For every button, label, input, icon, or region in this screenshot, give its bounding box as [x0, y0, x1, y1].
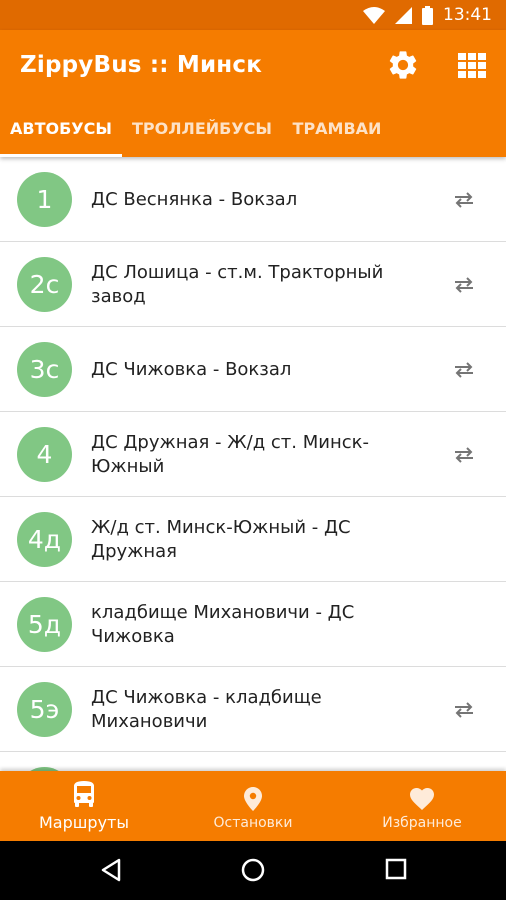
route-number-badge: 5э — [17, 682, 72, 737]
route-number-badge: 1 — [17, 172, 72, 227]
tab-bar: АВТОБУСЫ ТРОЛЛЕЙБУСЫ ТРАМВАИ — [0, 110, 506, 157]
swap-direction-icon[interactable] — [452, 190, 476, 210]
route-number-badge: 4 — [17, 427, 72, 482]
wifi-icon — [363, 6, 385, 24]
swap-direction-icon[interactable] — [452, 360, 476, 380]
nav-routes[interactable]: Маршруты — [0, 771, 168, 841]
route-name: ДС Дружная - Ж/д ст. Минск- Южный — [91, 432, 369, 477]
status-bar: 13:41 — [0, 0, 506, 30]
route-row[interactable]: 4 ДС Дружная - Ж/д ст. Минск- Южный — [0, 412, 506, 497]
gear-icon — [389, 51, 417, 79]
route-name: кладбище Михановичи - ДС Чижовка — [91, 602, 355, 647]
system-navigation-bar — [0, 841, 506, 900]
settings-button[interactable] — [386, 48, 420, 82]
battery-icon — [422, 5, 433, 25]
swap-direction-icon[interactable] — [452, 700, 476, 720]
heart-icon — [410, 788, 434, 810]
map-pin-icon — [244, 787, 262, 811]
route-number-badge: 5д — [17, 597, 72, 652]
status-time: 13:41 — [443, 5, 492, 25]
home-icon[interactable] — [241, 858, 265, 882]
route-number-badge: 2с — [17, 257, 72, 312]
nav-label: Маршруты — [39, 813, 129, 832]
route-row[interactable]: 5д кладбище Михановичи - ДС Чижовка — [0, 582, 506, 667]
swap-direction-icon[interactable] — [452, 445, 476, 465]
route-name: ДС Лошица - ст.м. Тракторный завод — [91, 262, 384, 307]
recents-icon[interactable] — [385, 858, 407, 880]
tab-trolleybuses[interactable]: ТРОЛЛЕЙБУСЫ — [122, 110, 282, 157]
route-row[interactable]: 3с ДС Чижовка - Вокзал — [0, 327, 506, 412]
route-row[interactable]: 1 ДС Веснянка - Вокзал — [0, 157, 506, 242]
route-name: Ж/д ст. Минск-Южный - ДС Дружная — [91, 517, 351, 562]
route-row-partial[interactable] — [0, 752, 506, 771]
app-title: ZippyBus :: Минск — [20, 52, 263, 78]
back-icon[interactable] — [100, 858, 122, 882]
app-bar: ZippyBus :: Минск АВТОБУСЫ ТРОЛЛЕЙБУСЫ Т… — [0, 30, 506, 157]
route-name: ДС Чижовка - Вокзал — [91, 359, 292, 380]
grid-view-button[interactable] — [456, 50, 488, 82]
tab-trams[interactable]: ТРАМВАИ — [282, 110, 392, 157]
nav-stops[interactable]: Остановки — [168, 771, 338, 841]
route-number-badge: 3с — [17, 342, 72, 397]
tab-indicator — [0, 154, 122, 157]
nav-favorites[interactable]: Избранное — [338, 771, 506, 841]
route-row[interactable]: 4д Ж/д ст. Минск-Южный - ДС Дружная — [0, 497, 506, 582]
tab-buses[interactable]: АВТОБУСЫ — [0, 110, 122, 157]
route-name: ДС Чижовка - кладбище Михановичи — [91, 687, 322, 732]
route-number-badge: 4д — [17, 512, 72, 567]
grid-icon — [458, 53, 486, 78]
route-name: ДС Веснянка - Вокзал — [91, 189, 298, 210]
nav-label: Остановки — [213, 815, 293, 831]
cellular-signal-icon — [395, 6, 412, 24]
nav-label: Избранное — [382, 815, 462, 831]
route-list[interactable]: 1 ДС Веснянка - Вокзал 2с ДС Лошица - ст… — [0, 157, 506, 771]
bottom-navigation: Маршруты Остановки Избранное — [0, 771, 506, 841]
swap-direction-icon[interactable] — [452, 275, 476, 295]
route-row[interactable]: 5э ДС Чижовка - кладбище Михановичи — [0, 667, 506, 752]
bus-icon — [74, 781, 94, 807]
route-row[interactable]: 2с ДС Лошица - ст.м. Тракторный завод — [0, 242, 506, 327]
